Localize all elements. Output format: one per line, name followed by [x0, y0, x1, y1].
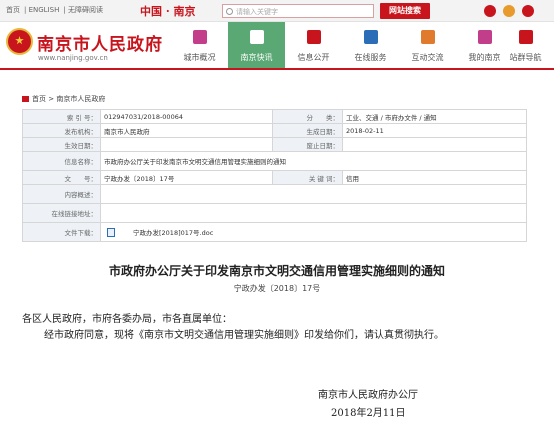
- site-url: www.nanjing.gov.cn: [38, 54, 108, 62]
- wechat-icon[interactable]: [522, 5, 534, 17]
- site-title[interactable]: 南京市人民政府: [37, 30, 163, 55]
- keyword-label: 关 键 词：: [272, 170, 343, 185]
- article-title: 市政府办公厅关于印发南京市文明交通信用管理实施细则的通知: [108, 264, 445, 278]
- article-salutation: 各区人民政府，市府各委办局，市各直属单位：: [22, 314, 232, 325]
- table-row: 生效日期： 废止日期：: [22, 137, 527, 152]
- accessibility-link[interactable]: 无障碍阅读: [68, 6, 103, 14]
- info-icon: [307, 30, 321, 44]
- effective-date-value: [100, 137, 273, 152]
- weibo-icon[interactable]: [484, 5, 496, 17]
- breadcrumb-current[interactable]: 南京市人民政府: [56, 95, 105, 103]
- doc-number-label: 文 号：: [22, 170, 101, 185]
- effective-date-label: 生效日期：: [22, 137, 101, 152]
- table-row: 信息名称： 市政府办公厅关于印发南京市文明交通信用管理实施细则的通知: [22, 151, 527, 171]
- created-date-value: 2018-02-11: [342, 123, 527, 138]
- top-utility-bar: 首页 | ENGLISH | 无障碍阅读 中国 · 南京 请输入关键字 网站搜索: [0, 0, 554, 22]
- index-label: 索 引 号：: [22, 109, 101, 124]
- nav-nanjing-news[interactable]: 南京快讯: [228, 22, 285, 68]
- article-date: 2018年2月11日: [331, 408, 406, 419]
- category-value: 工业、交通 / 市府办文件 / 通知: [342, 109, 527, 124]
- nav-site-group[interactable]: 站群导航: [497, 22, 554, 68]
- category-label: 分 类：: [272, 109, 343, 124]
- created-date-label: 生成日期：: [272, 123, 343, 138]
- article-doc-number: 宁政办发〔2018〕17号: [233, 284, 321, 293]
- summary-label: 内容概述：: [22, 184, 101, 204]
- nav-interaction[interactable]: 互动交流: [399, 22, 456, 68]
- info-name-label: 信息名称：: [22, 151, 101, 171]
- nav-info-disclosure[interactable]: 信息公开: [285, 22, 342, 68]
- thumb-icon: [364, 30, 378, 44]
- document-metadata-table: 索 引 号： 012947031/2018-00064 分 类： 工业、交通 /…: [22, 109, 527, 242]
- word-doc-icon: [107, 228, 115, 238]
- article-signature: 南京市人民政府办公厅: [318, 390, 418, 401]
- person-icon: [519, 30, 533, 44]
- table-row: 索 引 号： 012947031/2018-00064 分 类： 工业、交通 /…: [22, 109, 527, 124]
- nav-online-service[interactable]: 在线服务: [342, 22, 399, 68]
- header-divider: [0, 68, 554, 70]
- info-name-value: 市政府办公厅关于印发南京市文明交通信用管理实施细则的通知: [100, 151, 527, 171]
- repeal-date-value: [342, 137, 527, 152]
- summary-value: [100, 184, 527, 204]
- flower-icon: [478, 30, 492, 44]
- english-link[interactable]: ENGLISH: [29, 6, 60, 14]
- news-icon: [250, 30, 264, 44]
- search-button[interactable]: 网站搜索: [380, 3, 430, 19]
- home-link[interactable]: 首页: [6, 6, 20, 14]
- search-input[interactable]: 请输入关键字: [222, 4, 374, 18]
- keyword-value: 信用: [342, 170, 527, 185]
- article-body: 经市政府同意，现将《南京市文明交通信用管理实施细则》印发给你们，请认真贯彻执行。: [44, 330, 444, 341]
- china-nanjing-brand: 中国 · 南京: [140, 5, 196, 18]
- top-links: 首页 | ENGLISH | 无障碍阅读: [6, 6, 103, 14]
- publisher-label: 发布机构：: [22, 123, 101, 138]
- building-icon: [193, 30, 207, 44]
- doc-number-value: 宁政办发〔2018〕17号: [100, 170, 273, 185]
- breadcrumb-home[interactable]: 首页: [32, 95, 46, 103]
- chat-icon: [421, 30, 435, 44]
- online-link-label: 在线链接地址：: [22, 203, 101, 223]
- home-icon: [22, 96, 29, 102]
- breadcrumb: 首页 > 南京市人民政府: [22, 94, 105, 104]
- publisher-value: 南京市人民政府: [100, 123, 273, 138]
- national-emblem-icon: [6, 28, 33, 55]
- download-link[interactable]: 宁政办发[2018]017号.doc: [133, 229, 213, 237]
- table-row: 发布机构： 南京市人民政府 生成日期： 2018-02-11: [22, 123, 527, 138]
- table-row: 文 号： 宁政办发〔2018〕17号 关 键 词： 信用: [22, 170, 527, 185]
- online-link-value[interactable]: [100, 203, 527, 223]
- download-label: 文件下载：: [22, 222, 101, 242]
- search-icon: [226, 8, 233, 15]
- search-placeholder: 请输入关键字: [236, 8, 278, 16]
- index-value: 012947031/2018-00064: [100, 109, 273, 124]
- table-row: 在线链接地址：: [22, 203, 527, 223]
- table-row: 文件下载： 宁政办发[2018]017号.doc: [22, 222, 527, 242]
- repeal-date-label: 废止日期：: [272, 137, 343, 152]
- rss-icon[interactable]: [503, 5, 515, 17]
- download-cell: 宁政办发[2018]017号.doc: [100, 222, 527, 242]
- nav-city-overview[interactable]: 城市概况: [171, 22, 228, 68]
- table-row: 内容概述：: [22, 184, 527, 204]
